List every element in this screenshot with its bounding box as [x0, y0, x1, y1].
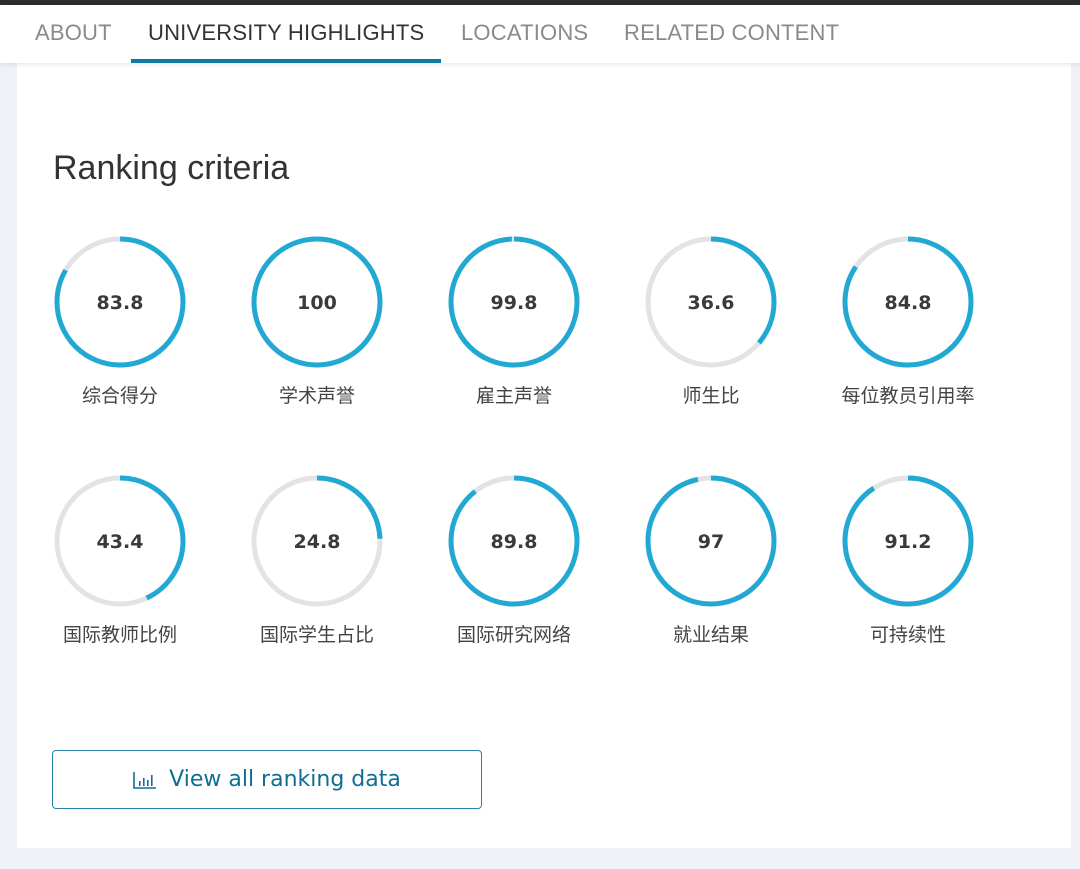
score-ring: 100 — [251, 236, 383, 368]
score-value: 36.6 — [688, 292, 735, 314]
criterion-item: 99.8 雇主声誉 — [416, 234, 612, 408]
score-ring: 36.6 — [645, 236, 777, 368]
score-value: 97 — [698, 531, 724, 553]
tab-label: RELATED CONTENT — [624, 20, 840, 45]
tab-university-highlights[interactable]: UNIVERSITY HIGHLIGHTS — [131, 5, 442, 63]
criterion-item: 36.6 师生比 — [613, 234, 809, 408]
criterion-item: 100 学术声誉 — [219, 234, 415, 408]
tab-about[interactable]: ABOUT — [35, 5, 112, 63]
criterion-label: 学术声誉 — [278, 385, 355, 407]
score-value: 100 — [297, 292, 337, 314]
criterion-label: 可持续性 — [869, 624, 946, 646]
tab-label: ABOUT — [35, 20, 112, 45]
criterion-item: 97 就业结果 — [613, 473, 809, 647]
ranking-criteria-card: Ranking criteria 83.8 综合得分 100 学术声誉 99.8 雇主声誉… — [17, 63, 1071, 848]
score-value: 24.8 — [294, 531, 341, 553]
criterion-label: 每位教员引用率 — [841, 385, 975, 407]
criterion-label: 就业结果 — [672, 624, 749, 646]
tab-related-content[interactable]: RELATED CONTENT — [624, 5, 839, 63]
bar-chart-icon — [133, 771, 157, 789]
view-all-ranking-data-button[interactable]: View all ranking data — [52, 750, 482, 809]
criterion-label: 国际研究网络 — [456, 624, 571, 646]
score-value: 89.8 — [491, 531, 538, 553]
criterion-item: 83.8 综合得分 — [22, 234, 218, 408]
criterion-item: 89.8 国际研究网络 — [416, 473, 612, 647]
section-title: Ranking criteria — [53, 149, 290, 187]
criterion-label: 国际学生占比 — [259, 624, 374, 646]
score-ring: 24.8 — [251, 475, 383, 607]
criterion-label: 师生比 — [682, 385, 740, 407]
score-ring: 43.4 — [54, 475, 186, 607]
score-ring: 83.8 — [54, 236, 186, 368]
criterion-item: 91.2 可持续性 — [810, 473, 1006, 647]
tab-locations[interactable]: LOCATIONS — [461, 5, 588, 63]
score-value: 91.2 — [885, 531, 932, 553]
criterion-item: 84.8 每位教员引用率 — [810, 234, 1006, 408]
score-ring: 84.8 — [842, 236, 974, 368]
criterion-label: 雇主声誉 — [475, 385, 552, 407]
criterion-item: 43.4 国际教师比例 — [22, 473, 218, 647]
score-value: 43.4 — [97, 531, 144, 553]
active-tab-indicator — [131, 59, 442, 63]
tab-label: UNIVERSITY HIGHLIGHTS — [148, 20, 425, 45]
score-ring: 89.8 — [448, 475, 580, 607]
score-ring: 99.8 — [448, 236, 580, 368]
score-value: 84.8 — [885, 292, 932, 314]
score-value: 99.8 — [491, 292, 538, 314]
criterion-label: 国际教师比例 — [62, 624, 177, 646]
score-ring: 97 — [645, 475, 777, 607]
tab-label: LOCATIONS — [461, 20, 589, 45]
tab-bar: ABOUT UNIVERSITY HIGHLIGHTS LOCATIONS RE… — [0, 5, 1080, 63]
criterion-label: 综合得分 — [81, 385, 158, 407]
score-ring: 91.2 — [842, 475, 974, 607]
score-value: 83.8 — [97, 292, 144, 314]
button-label: View all ranking data — [169, 767, 401, 792]
criterion-item: 24.8 国际学生占比 — [219, 473, 415, 647]
